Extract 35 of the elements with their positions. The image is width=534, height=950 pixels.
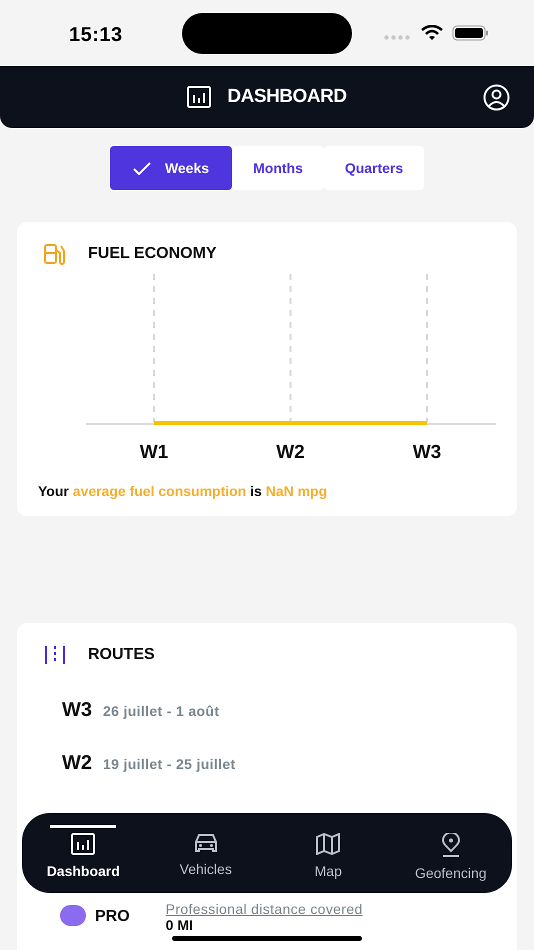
legend-value: 0 MI xyxy=(166,917,194,933)
active-indicator xyxy=(50,825,116,828)
chart-icon xyxy=(187,86,212,108)
check-icon xyxy=(132,162,151,174)
period-tab[interactable]: Months xyxy=(232,146,324,190)
period-tab[interactable]: Weeks xyxy=(110,146,232,190)
week-dates: 19 juillet - 25 juillet xyxy=(103,755,236,774)
card-title: ROUTES xyxy=(88,645,155,665)
location-pin-icon xyxy=(440,833,461,857)
axis-label: W3 xyxy=(412,442,442,463)
wifi-icon xyxy=(421,25,443,41)
tab-bar-item[interactable]: Map xyxy=(267,813,390,893)
week-dates: 26 juillet - 1 août xyxy=(103,702,220,721)
battery-icon xyxy=(452,25,489,41)
profile-icon[interactable] xyxy=(483,84,510,111)
tab-bar-item[interactable]: Vehicles xyxy=(144,813,267,893)
car-icon xyxy=(192,833,219,853)
axis-label: W2 xyxy=(276,442,305,463)
week-label: W2 xyxy=(62,751,92,776)
route-icon xyxy=(44,645,66,665)
signal-icon xyxy=(384,35,410,40)
period-tab[interactable]: Quarters xyxy=(324,146,424,190)
legend-description: Professional distance covered xyxy=(166,901,363,917)
axis-label: W1 xyxy=(140,442,168,463)
tab-bar-item[interactable]: Dashboard xyxy=(22,813,144,893)
status-time: 15:13 xyxy=(69,23,123,48)
map-icon xyxy=(316,833,340,855)
header-title: DASHBOARD xyxy=(227,84,347,109)
week-label: W3 xyxy=(62,698,92,723)
card-title: FUEL ECONOMY xyxy=(88,244,217,264)
tab-bar-item[interactable]: Geofencing xyxy=(390,813,512,893)
fuel-pump-icon xyxy=(44,243,66,265)
legend-label: PRO xyxy=(95,907,130,927)
fuel-summary: Your average fuel consumption is NaN mpg xyxy=(38,482,328,501)
chart-icon xyxy=(71,833,96,855)
